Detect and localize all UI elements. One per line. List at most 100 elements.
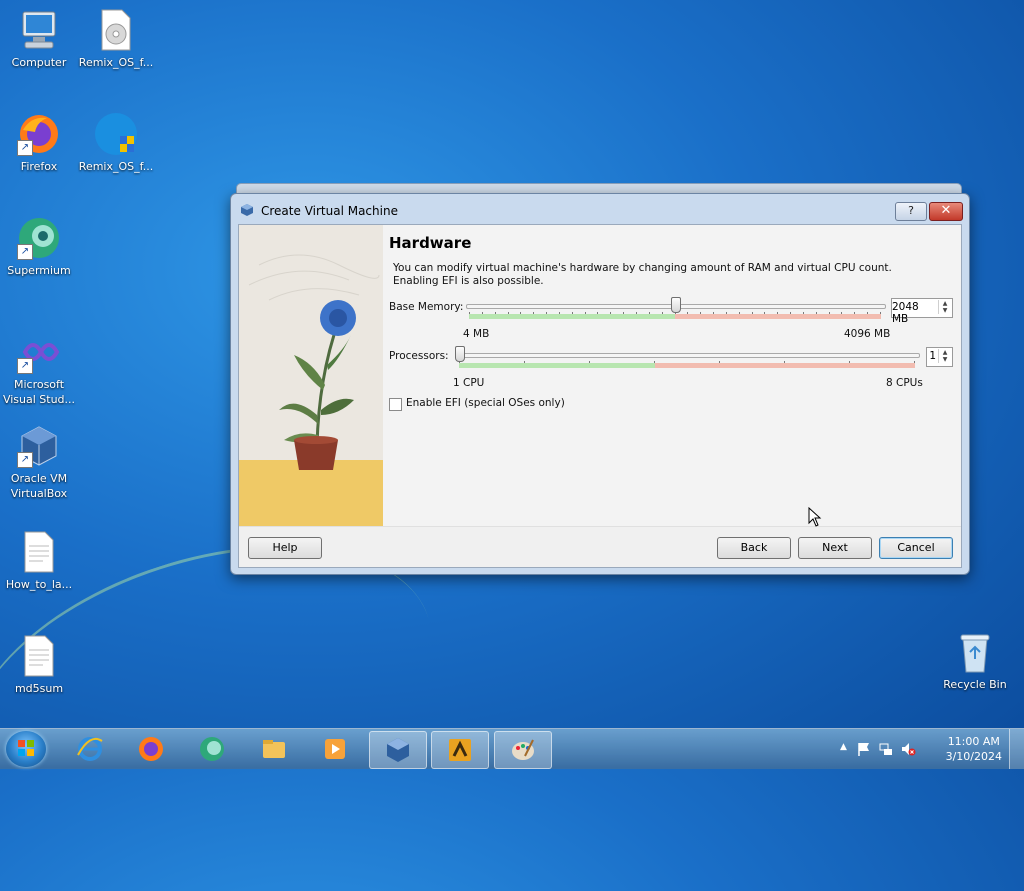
taskbar: ▲ 11:00 AM 3/10/2024 — [0, 728, 1024, 769]
page-title: Hardware — [389, 234, 472, 252]
spin-arrows-icon[interactable]: ▲ ▼ — [938, 300, 951, 314]
action-center-flag-icon[interactable] — [856, 741, 872, 757]
base-memory-range-bar — [469, 314, 881, 319]
paint-palette-icon — [512, 739, 534, 760]
desktop-icon-label-line2: Visual Stud... — [2, 393, 76, 406]
show-desktop-button[interactable] — [1009, 729, 1024, 769]
desktop-icon-label: How_to_la... — [5, 578, 73, 591]
visual-studio-icon: ↗ — [17, 330, 61, 374]
enable-efi-checkbox[interactable] — [389, 398, 402, 411]
desktop-icon-how-to-file[interactable]: How_to_la... — [1, 530, 77, 592]
taskbar-file-explorer[interactable] — [246, 731, 302, 767]
hardware-page: Hardware You can modify virtual machine'… — [383, 225, 961, 526]
disc-image-icon — [94, 8, 138, 52]
base-memory-value: 2048 MB — [892, 301, 919, 325]
spin-arrows-icon[interactable]: ▲ ▼ — [938, 349, 951, 363]
taskbar-supermium[interactable] — [184, 731, 240, 767]
page-description-line1: You can modify virtual machine's hardwar… — [393, 262, 892, 274]
shortcut-arrow-icon: ↗ — [17, 358, 33, 374]
titlebar-help-button[interactable]: ? — [895, 202, 927, 221]
desktop-icon-label-line2: VirtualBox — [10, 487, 68, 500]
desktop-icon-label: Computer — [11, 56, 67, 69]
taskbar-firefox[interactable] — [123, 731, 179, 767]
desktop-icon-label: Remix_OS_f... — [78, 160, 154, 173]
desktop-icon-recycle-bin[interactable]: Recycle Bin — [937, 630, 1013, 692]
tray-expand-icon[interactable]: ▲ — [840, 742, 847, 752]
base-memory-min: 4 MB — [463, 328, 490, 340]
processors-slider-track[interactable] — [456, 353, 920, 358]
taskbar-media-player[interactable] — [307, 731, 363, 767]
create-vm-dialog: Create Virtual Machine ? ✕ Hardware You … — [230, 193, 970, 575]
internet-explorer-icon — [77, 737, 103, 761]
desktop-icon-computer[interactable]: Computer — [1, 8, 77, 70]
dialog-client-area: Hardware You can modify virtual machine'… — [238, 224, 962, 568]
desktop-icon-label: Recycle Bin — [943, 678, 1007, 691]
virtualbox-icon — [387, 738, 409, 762]
shortcut-arrow-icon: ↗ — [17, 452, 33, 468]
remix-os-icon — [94, 112, 138, 156]
desktop-icon-label: Supermium — [7, 264, 71, 277]
text-file-icon — [17, 530, 61, 574]
start-button[interactable] — [6, 731, 46, 767]
titlebar-close-button[interactable]: ✕ — [929, 202, 963, 221]
supermium-icon: ↗ — [17, 216, 61, 260]
base-memory-slider-thumb[interactable] — [671, 297, 681, 313]
base-memory-high-range — [675, 314, 881, 319]
taskbar-paint[interactable] — [494, 731, 552, 769]
processors-spinbox[interactable]: 1 ▲ ▼ — [926, 347, 953, 367]
remix-os-tool-icon — [449, 739, 471, 761]
taskbar-virtualbox[interactable] — [369, 731, 427, 769]
processors-label: Processors: — [389, 350, 449, 362]
desktop-icon-remix-os-installer[interactable]: Remix_OS_f... — [78, 112, 154, 174]
clock-date: 3/10/2024 — [945, 750, 1002, 763]
dialog-title: Create Virtual Machine — [261, 204, 398, 218]
processors-slider-thumb[interactable] — [455, 346, 465, 362]
enable-efi-label[interactable]: Enable EFI (special OSes only) — [406, 397, 565, 409]
desktop-icon-firefox[interactable]: ↗ Firefox — [1, 112, 77, 174]
base-memory-max: 4096 MB — [844, 328, 891, 340]
help-button[interactable]: Help — [248, 537, 322, 559]
processors-value: 1 — [929, 350, 936, 362]
firefox-icon — [139, 737, 163, 761]
dialog-titlebar[interactable]: Create Virtual Machine ? ✕ — [231, 194, 969, 224]
mouse-cursor-icon — [808, 507, 822, 527]
desktop-icon-md5sum[interactable]: md5sum — [1, 634, 77, 696]
base-memory-spinbox[interactable]: 2048 MB ▲ ▼ — [891, 298, 953, 325]
firefox-icon: ↗ — [17, 112, 61, 156]
desktop-icon-supermium[interactable]: ↗ Supermium — [1, 216, 77, 278]
windows-logo-icon — [18, 740, 34, 756]
desktop-icon-label: Remix_OS_f... — [78, 56, 154, 69]
supermium-icon — [200, 737, 224, 761]
cancel-button[interactable]: Cancel — [879, 537, 953, 559]
recycle-bin-icon — [953, 630, 997, 674]
page-description-line2: Enabling EFI is also possible. — [393, 275, 544, 287]
clock-time: 11:00 AM — [947, 735, 1000, 748]
processors-range-bar — [459, 363, 915, 368]
next-button[interactable]: Next — [798, 537, 872, 559]
processors-high-range — [655, 363, 915, 368]
processors-min: 1 CPU — [453, 377, 485, 389]
desktop-icon-virtualbox[interactable]: ↗ Oracle VM VirtualBox — [1, 424, 77, 501]
processors-recommended-range — [459, 363, 655, 368]
desktop-icon-remix-os-iso[interactable]: Remix_OS_f... — [78, 8, 154, 70]
shortcut-arrow-icon: ↗ — [17, 140, 33, 156]
desktop-icon-visual-studio[interactable]: ↗ Microsoft Visual Stud... — [1, 330, 77, 407]
folder-icon — [263, 740, 285, 758]
processors-max: 8 CPUs — [886, 377, 923, 389]
wizard-illustration — [239, 225, 383, 526]
network-icon[interactable] — [878, 741, 894, 757]
media-player-icon — [325, 739, 345, 759]
dialog-button-bar: Help Back Next Cancel — [239, 526, 961, 567]
taskbar-remix-os-tool[interactable] — [431, 731, 489, 769]
virtualbox-icon — [241, 204, 253, 216]
desktop-icon-label: Firefox — [20, 160, 58, 173]
base-memory-recommended-range — [469, 314, 675, 319]
desktop-icon-label: md5sum — [14, 682, 64, 695]
clock[interactable]: 11:00 AM 3/10/2024 — [946, 734, 1002, 764]
volume-muted-icon[interactable] — [900, 741, 916, 757]
base-memory-label: Base Memory: — [389, 301, 464, 313]
taskbar-internet-explorer[interactable] — [62, 731, 118, 767]
shortcut-arrow-icon: ↗ — [17, 244, 33, 260]
page-description: You can modify virtual machine's hardwar… — [393, 262, 893, 288]
back-button[interactable]: Back — [717, 537, 791, 559]
